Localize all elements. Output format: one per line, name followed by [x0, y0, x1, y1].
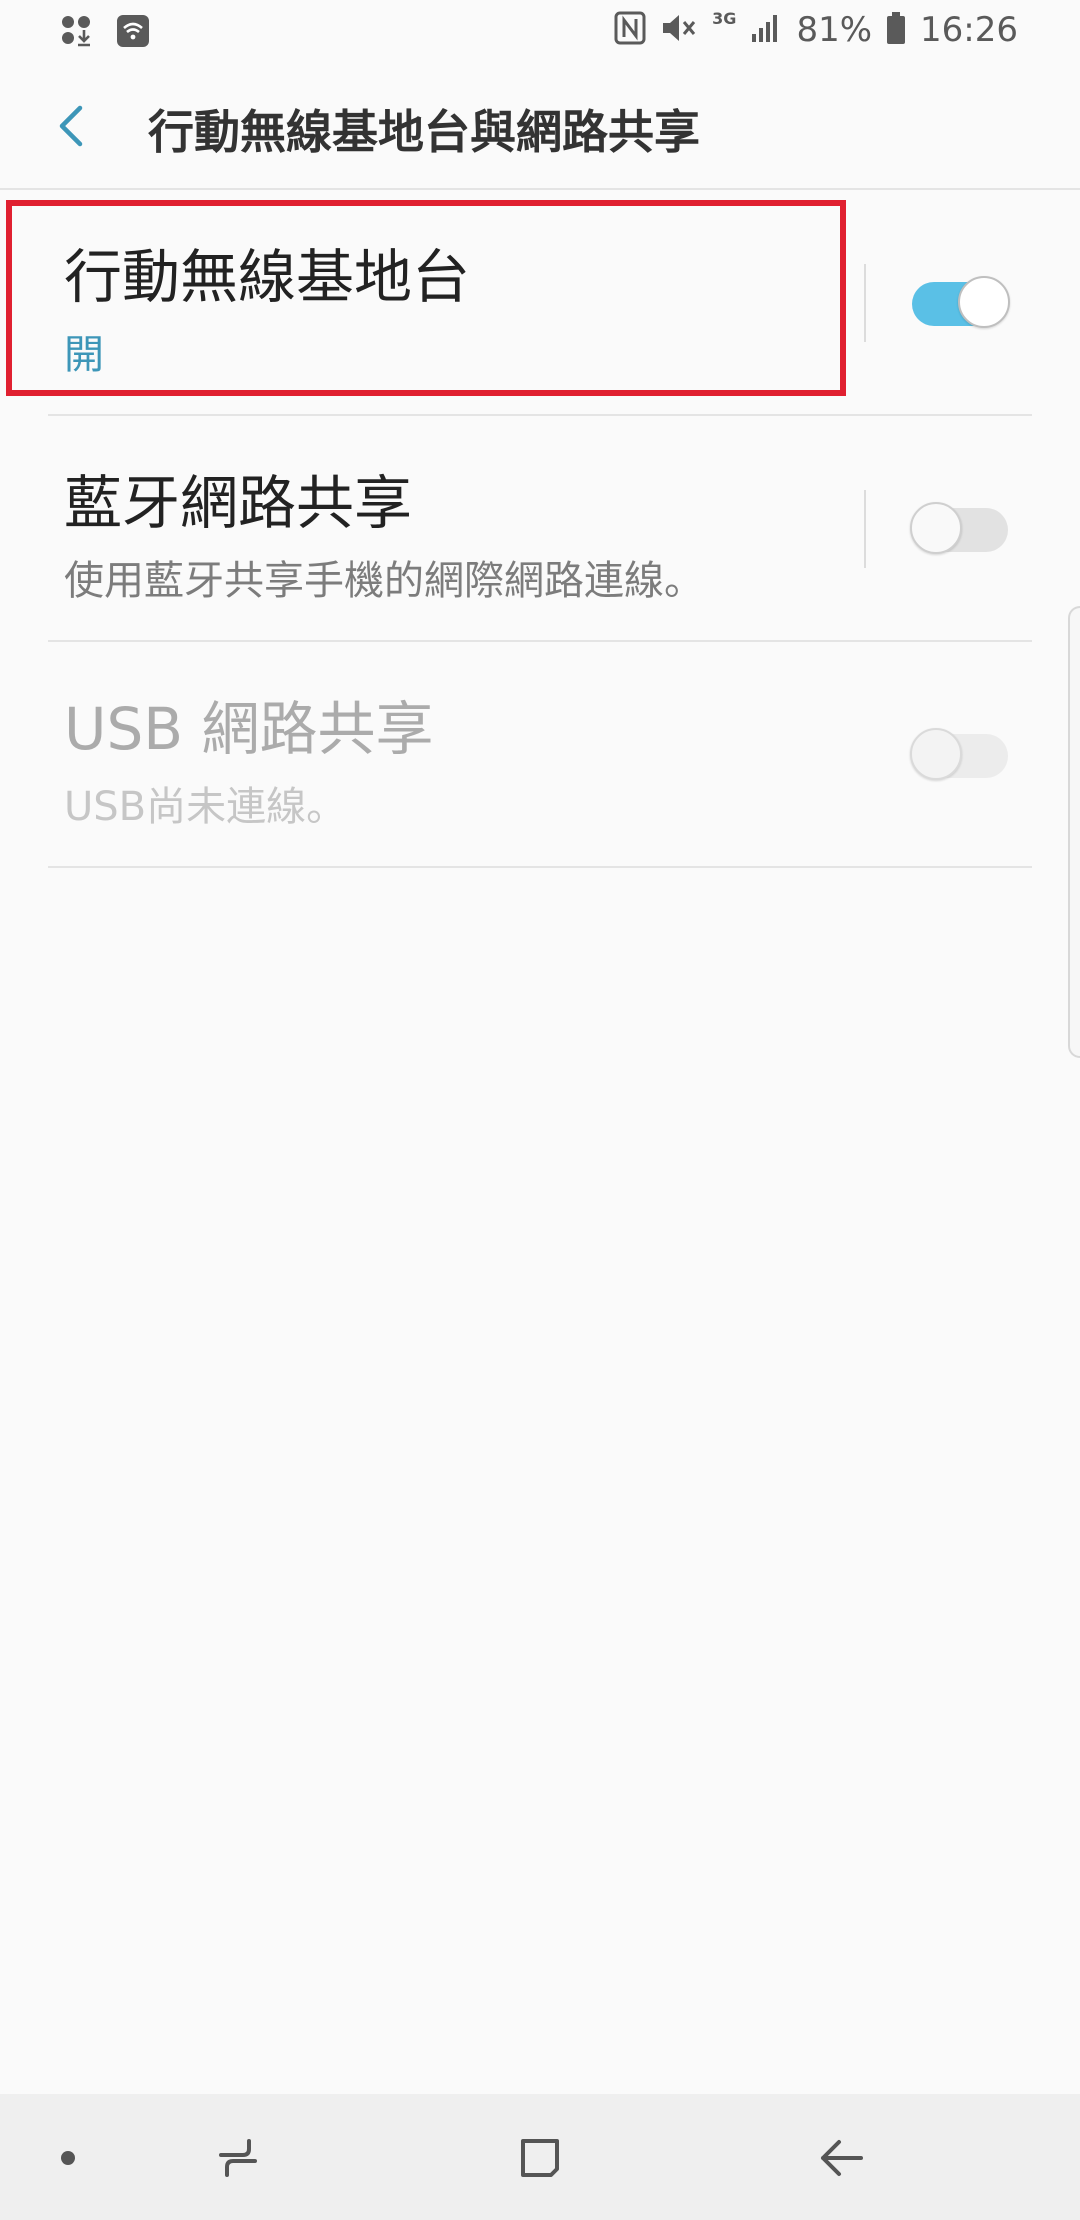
nav-dot-button[interactable] — [32, 2122, 104, 2194]
wifi-hotspot-icon — [116, 14, 150, 52]
back-arrow-icon — [821, 2140, 863, 2176]
setting-description: USB尚未連線。 — [64, 784, 347, 830]
navigate-up-button[interactable] — [40, 94, 104, 158]
status-right-icons: 3G 81% 16:26 — [614, 8, 1018, 50]
toggle-thumb — [910, 728, 962, 780]
setting-title: USB 網路共享 — [64, 695, 434, 763]
app-bar: 行動無線基地台與網路共享 — [0, 64, 1080, 190]
row-divider — [48, 866, 1032, 868]
battery-icon — [886, 11, 906, 49]
vertical-divider — [864, 490, 866, 568]
home-button[interactable] — [504, 2122, 576, 2194]
page-title: 行動無線基地台與網路共享 — [148, 105, 700, 159]
dot-icon — [61, 2151, 75, 2165]
mobile-hotspot-toggle[interactable] — [912, 276, 1010, 328]
setting-usb-tethering: USB 網路共享 USB尚未連線。 — [0, 642, 1080, 868]
status-bar: 3G 81% 16:26 — [0, 0, 1080, 64]
nfc-icon — [614, 11, 646, 49]
clock: 16:26 — [920, 10, 1018, 50]
toggle-thumb — [958, 276, 1010, 328]
back-button[interactable] — [806, 2122, 878, 2194]
signal-icon — [750, 12, 782, 48]
mute-icon — [660, 11, 698, 49]
toggle-thumb — [910, 502, 962, 554]
vertical-divider — [864, 264, 866, 342]
settings-list: 行動無線基地台 開 藍牙網路共享 使用藍牙共享手機的網際網路連線。 USB 網路… — [0, 190, 1080, 868]
setting-bluetooth-tethering[interactable]: 藍牙網路共享 使用藍牙共享手機的網際網路連線。 — [0, 416, 1080, 642]
edge-panel-handle[interactable] — [1068, 606, 1080, 1058]
setting-description: 使用藍牙共享手機的網際網路連線。 — [64, 558, 704, 604]
app-notification-icon — [60, 14, 94, 52]
network-type: 3G — [712, 8, 737, 28]
usb-tethering-toggle — [910, 728, 1008, 780]
status-left-icons — [60, 14, 150, 52]
battery-percent: 81% — [796, 10, 873, 50]
setting-status: 開 — [64, 332, 104, 378]
setting-mobile-hotspot[interactable]: 行動無線基地台 開 — [0, 190, 1080, 416]
setting-title: 行動無線基地台 — [64, 243, 471, 311]
navigation-bar — [0, 2094, 1080, 2220]
recents-icon — [219, 2139, 257, 2177]
setting-title: 藍牙網路共享 — [64, 469, 413, 537]
home-icon — [521, 2139, 559, 2177]
bluetooth-tethering-toggle[interactable] — [910, 502, 1008, 554]
recents-button[interactable] — [202, 2122, 274, 2194]
screen: 3G 81% 16:26 行動無線基地台與網路共享 行動無線基地台 開 藍牙網路… — [0, 0, 1080, 2220]
chevron-left-icon — [59, 105, 83, 147]
